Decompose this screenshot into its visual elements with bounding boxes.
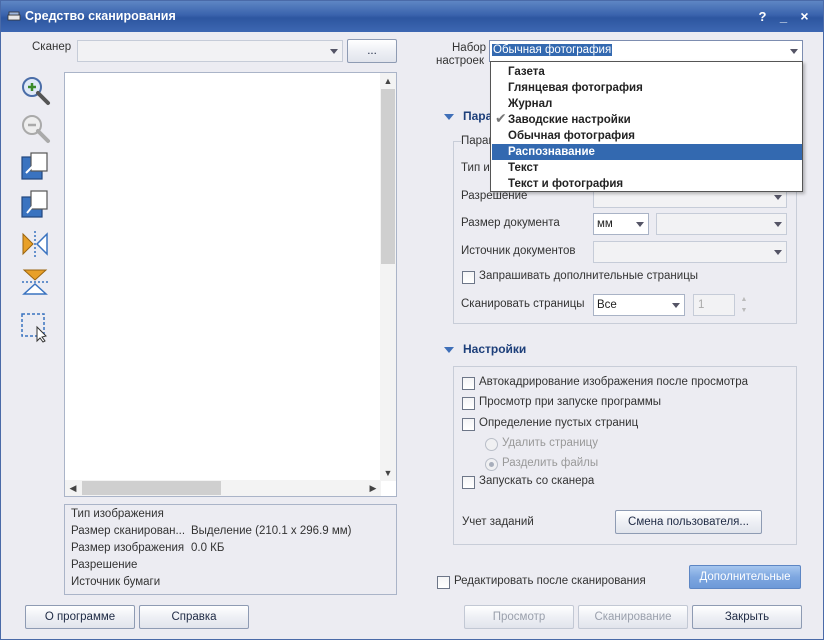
chevron-down-icon [668, 295, 684, 315]
settings-header[interactable]: Настройки [463, 342, 526, 356]
blank-detect-checkbox[interactable] [462, 418, 475, 431]
autocrop-checkbox[interactable] [462, 377, 475, 390]
chevron-down-icon [770, 242, 786, 262]
doc-source-select[interactable] [593, 241, 787, 263]
params-header[interactable]: Пара [463, 109, 492, 123]
title-bar: Средство сканирования ? _ × [1, 1, 823, 32]
info-label-image-type: Тип изображения [71, 508, 164, 520]
doc-size-unit-select[interactable]: мм [593, 213, 649, 235]
zoom-out-icon[interactable] [19, 112, 51, 144]
preset-dropdown-list: Газета Глянцевая фотография Журнал Завод… [490, 61, 803, 192]
preset-option[interactable]: Журнал [492, 96, 802, 112]
run-from-scanner-label: Запускать со сканера [479, 475, 595, 487]
preview-button[interactable]: Просмотр [464, 605, 574, 629]
pages-spinner-icon[interactable]: ▲ ▼ [738, 294, 750, 316]
scanner-browse-button[interactable]: ... [347, 39, 397, 63]
split-files-radio[interactable] [485, 458, 498, 471]
doc-size-select[interactable] [656, 213, 787, 235]
image-info-panel: Тип изображения Размер сканирован... Выд… [64, 504, 397, 595]
preset-select-value: Обычная фотография [492, 44, 613, 56]
autocrop-label: Автокадрирование изображения после просм… [479, 376, 748, 388]
help-button[interactable]: Справка [139, 605, 249, 629]
info-value-scan-size: Выделение (210.1 x 296.9 мм) [191, 525, 352, 537]
info-label-scan-size: Размер сканирован... [71, 525, 186, 537]
scroll-left-icon[interactable]: ◀ [65, 480, 81, 496]
info-value-image-size: 0.0 КБ [191, 542, 225, 554]
doc-size-label: Размер документа [461, 217, 560, 229]
chevron-down-icon [632, 214, 648, 234]
preset-select[interactable]: Обычная фотография [489, 40, 803, 62]
checkmark-icon: ✔ [495, 110, 507, 126]
preset-option[interactable]: Текст [492, 160, 802, 176]
collapse-triangle-icon[interactable] [444, 114, 454, 120]
preset-option[interactable]: Обычная фотография [492, 128, 802, 144]
zoom-in-icon[interactable] [19, 74, 51, 106]
scan-preview-area[interactable]: ▲ ▼ ◀ ▶ [64, 72, 397, 497]
edit-after-scan-label: Редактировать после сканирования [454, 575, 646, 587]
flip-horizontal-icon[interactable] [19, 228, 51, 260]
preset-label-line1: Набор [452, 42, 487, 54]
scroll-up-icon[interactable]: ▲ [380, 73, 396, 89]
pages-count-value: 1 [698, 299, 705, 311]
scanner-app-icon [7, 11, 21, 21]
split-files-label: Разделить файлы [502, 457, 599, 469]
vertical-scroll-thumb[interactable] [381, 89, 395, 264]
preset-option[interactable]: Глянцевая фотография [492, 80, 802, 96]
preset-option[interactable]: Газета [492, 64, 802, 80]
blank-detect-label: Определение пустых страниц [479, 417, 639, 429]
scan-pages-label: Сканировать страницы [461, 298, 585, 310]
preset-option[interactable]: Текст и фотография [492, 176, 802, 192]
about-button[interactable]: О программе [25, 605, 135, 629]
preset-label-line2: настроек [436, 55, 484, 67]
chevron-down-icon [326, 41, 342, 61]
minimize-icon[interactable]: _ [776, 9, 791, 24]
scanner-label: Сканер [32, 41, 72, 53]
preview-on-start-checkbox[interactable] [462, 397, 475, 410]
delete-page-label: Удалить страницу [502, 437, 599, 449]
advanced-button[interactable]: Дополнительные [689, 565, 801, 589]
fit-page-icon[interactable] [19, 151, 51, 183]
scan-tool-window: Средство сканирования ? _ × Сканер ... ▲… [0, 0, 824, 640]
edit-after-scan-checkbox[interactable] [437, 576, 450, 589]
horizontal-scroll-thumb[interactable] [82, 481, 221, 495]
horizontal-scrollbar[interactable]: ◀ ▶ [65, 480, 381, 496]
scroll-right-icon[interactable]: ▶ [365, 480, 381, 496]
select-area-icon[interactable] [19, 311, 51, 343]
job-accounting-label: Учет заданий [462, 516, 534, 528]
ask-more-pages-label: Запрашивать дополнительные страницы [479, 270, 699, 282]
help-icon[interactable]: ? [755, 9, 770, 24]
scanner-select[interactable] [77, 40, 343, 62]
scan-pages-select[interactable]: Все [593, 294, 685, 316]
preset-option-highlighted[interactable]: Распознавание [492, 144, 802, 160]
scan-pages-value: Все [597, 299, 617, 311]
vertical-scrollbar[interactable]: ▲ ▼ [380, 73, 396, 481]
close-window-icon[interactable]: × [797, 9, 812, 24]
preview-on-start-label: Просмотр при запуске программы [479, 396, 662, 408]
info-label-paper-source: Источник бумаги [71, 576, 161, 588]
chevron-down-icon [770, 214, 786, 234]
pages-count-input[interactable]: 1 [693, 294, 735, 316]
info-label-resolution: Разрешение [71, 559, 138, 571]
ask-more-pages-checkbox[interactable] [462, 271, 475, 284]
preset-option[interactable]: Заводские настройки [492, 112, 802, 128]
doc-size-unit-value: мм [597, 218, 613, 230]
actual-size-icon[interactable] [19, 189, 51, 221]
scroll-down-icon[interactable]: ▼ [380, 465, 396, 481]
chevron-down-icon [786, 41, 802, 61]
collapse-triangle-icon[interactable] [444, 347, 454, 353]
delete-page-radio[interactable] [485, 438, 498, 451]
window-title: Средство сканирования [25, 9, 176, 23]
close-button[interactable]: Закрыть [692, 605, 802, 629]
info-label-image-size: Размер изображения [71, 542, 185, 554]
flip-vertical-icon[interactable] [19, 266, 51, 298]
change-user-button[interactable]: Смена пользователя... [615, 510, 762, 534]
run-from-scanner-checkbox[interactable] [462, 476, 475, 489]
doc-source-label: Источник документов [461, 245, 576, 257]
scan-button[interactable]: Сканирование [578, 605, 688, 629]
